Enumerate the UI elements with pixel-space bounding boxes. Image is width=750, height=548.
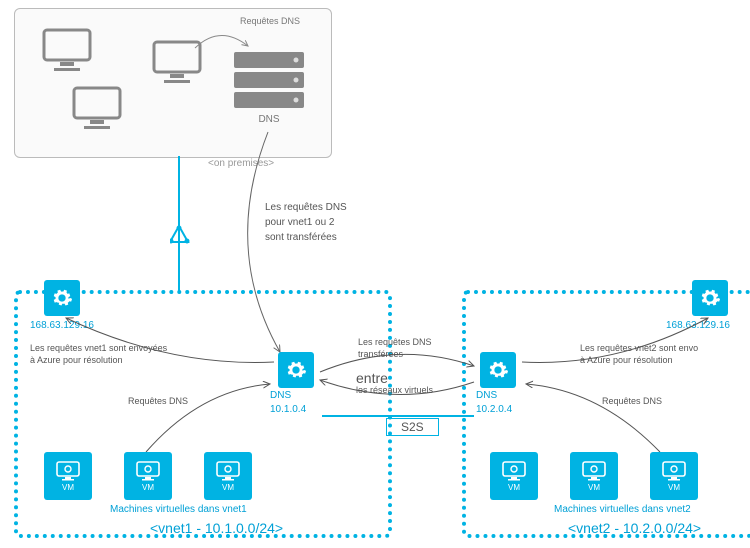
vnet2-dns-ip: 10.2.0.4 — [476, 404, 512, 415]
monitor-icon — [150, 40, 204, 86]
vm-icon: VM — [44, 452, 92, 500]
vnet2-dns-label: DNS — [476, 390, 497, 401]
vnet2-azure-ip: 168.63.129.16 — [666, 320, 730, 331]
inter-fwd-label: Les requêtes DNStransférées — [358, 336, 432, 360]
vnet1-dns-ip: 10.1.0.4 — [270, 404, 306, 415]
vnet1-vm-group-label: Machines virtuelles dans vnet1 — [110, 504, 247, 515]
monitor-icon — [70, 86, 124, 132]
vnet1-footer: <vnet1 - 10.1.0.0/24> — [150, 520, 283, 536]
link-icon — [170, 156, 200, 292]
vnet2-to-azure-label: Les requêtes vnet2 sont envo à Azure pou… — [580, 342, 698, 366]
vnet1-to-azure-label: Les requêtes vnet1 sont envoyées à Azure… — [30, 342, 167, 366]
onprem-dns-label: DNS — [232, 114, 306, 125]
vnet1-req-label: Requêtes DNS — [128, 396, 188, 406]
forward-text: Les requêtes DNSpour vnet1 ou 2sont tran… — [265, 200, 347, 245]
s2s-label: S2S — [386, 418, 439, 436]
vm-icon: VM — [124, 452, 172, 500]
vnet1-azure-ip: 168.63.129.16 — [30, 320, 94, 331]
vm-icon: VM — [490, 452, 538, 500]
entre-label: entre les réseaux virtuels — [356, 370, 433, 395]
gear-icon — [692, 280, 728, 316]
server-rack-icon — [232, 50, 306, 112]
s2s-link — [322, 415, 474, 417]
vnet1-dns-label: DNS — [270, 390, 291, 401]
vnet2-footer: <vnet2 - 10.2.0.0/24> — [568, 520, 701, 536]
onprem-label: <on premises> — [208, 158, 274, 169]
monitor-icon — [40, 28, 94, 74]
vnet2-req-label: Requêtes DNS — [602, 396, 662, 406]
gear-icon — [44, 280, 80, 316]
vm-icon: VM — [204, 452, 252, 500]
onprem-req-label: Requêtes DNS — [240, 16, 300, 26]
vm-icon: VM — [650, 452, 698, 500]
vnet2-vm-group-label: Machines virtuelles dans vnet2 — [554, 504, 691, 515]
gear-icon — [278, 352, 314, 388]
gear-icon — [480, 352, 516, 388]
vm-icon: VM — [570, 452, 618, 500]
